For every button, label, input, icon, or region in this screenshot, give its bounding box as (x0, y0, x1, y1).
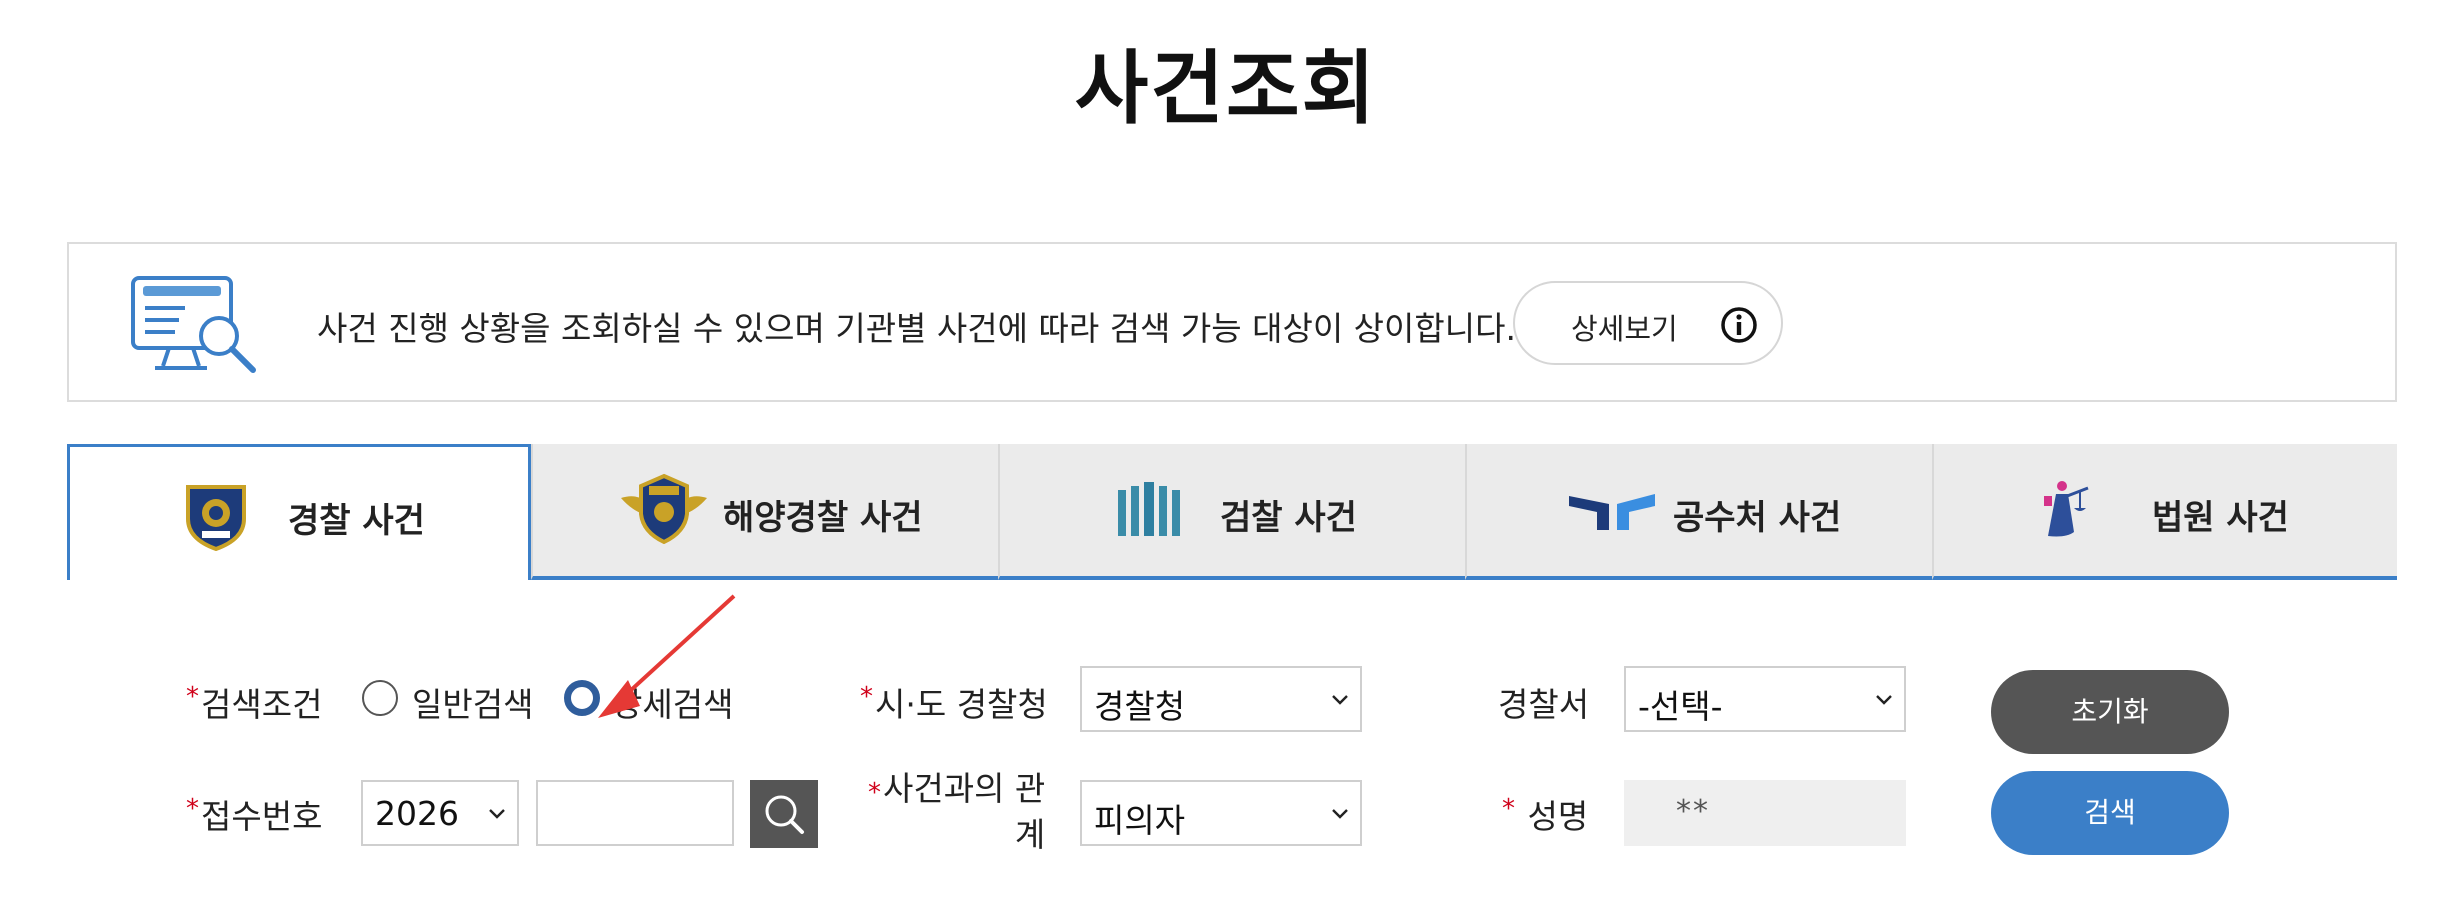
info-circle-icon (1721, 307, 1757, 343)
sido-police-label: *시·도 경찰청 (860, 682, 1048, 724)
general-search-label[interactable]: 일반검색 (412, 678, 533, 726)
tab-cio[interactable]: 공수처 사건 (1465, 444, 1932, 580)
name-label: * 성명 (1502, 794, 1589, 836)
page-title: 사건조회 (1074, 42, 1378, 135)
name-field[interactable]: ** (1624, 780, 1906, 846)
required-mark: * (860, 682, 873, 712)
tab-court[interactable]: 법원 사건 (1932, 444, 2397, 580)
search-condition-label: *검색조건 (186, 682, 323, 724)
required-mark: * (186, 794, 199, 824)
name-value: ** (1676, 794, 1710, 829)
police-station-label: 경찰서 (1498, 685, 1590, 724)
coast-guard-emblem-icon (621, 473, 707, 544)
police-station-value: -선택- (1638, 687, 1723, 726)
sido-police-select[interactable]: 경찰청 (1080, 666, 1362, 732)
detail-view-button[interactable]: 상세보기 (1513, 281, 1783, 365)
search-square-button[interactable] (750, 780, 818, 848)
tab-label: 법원 사건 (2152, 498, 2289, 538)
relation-value: 피의자 (1094, 801, 1186, 840)
sido-police-value: 경찰청 (1094, 687, 1186, 726)
tab-label: 공수처 사건 (1673, 498, 1842, 538)
info-banner: 사건 진행 상황을 조회하실 수 있으며 기관별 사건에 따라 검색 가능 대상… (67, 242, 2397, 402)
police-station-select[interactable]: -선택- (1624, 666, 1906, 732)
tab-prosecution[interactable]: 검찰 사건 (998, 444, 1465, 580)
tab-police[interactable]: 경찰 사건 (67, 444, 531, 580)
required-mark: * (868, 778, 881, 808)
radio-detail-search[interactable] (564, 680, 600, 716)
tab-label: 검찰 사건 (1220, 498, 1357, 538)
tab-coast-guard[interactable]: 해양경찰 사건 (531, 444, 998, 580)
radio-general-search[interactable] (362, 680, 398, 716)
info-text: 사건 진행 상황을 조회하실 수 있으며 기관별 사건에 따라 검색 가능 대상… (317, 309, 1516, 348)
chevron-down-icon (1876, 695, 1892, 705)
court-justice-icon (2044, 481, 2089, 537)
required-mark: * (1502, 794, 1515, 824)
agency-tabs: 경찰 사건 해양경찰 사건 검찰 사건 공수처 사건 법원 사건 (67, 444, 2397, 580)
search-icon (765, 795, 804, 834)
tab-label: 경찰 사건 (288, 501, 425, 541)
relation-label: *사건과의 관 계 (868, 769, 1046, 854)
monitor-search-icon (131, 276, 256, 373)
tab-label: 해양경찰 사건 (723, 498, 923, 538)
chevron-down-icon (1332, 695, 1348, 705)
cio-logo-icon (1569, 494, 1655, 530)
reset-button[interactable]: 초기화 (1991, 670, 2229, 754)
detail-view-label: 상세보기 (1571, 312, 1678, 346)
year-value: 2026 (375, 794, 459, 833)
year-select[interactable]: 2026 (361, 780, 519, 846)
receipt-no-label: *접수번호 (186, 794, 323, 836)
police-emblem-icon (186, 485, 246, 551)
prosecution-logo-icon (1118, 482, 1180, 536)
search-button[interactable]: 검색 (1991, 771, 2229, 855)
required-mark: * (186, 682, 199, 712)
detail-search-label[interactable]: 상세검색 (612, 678, 733, 726)
receipt-number-input[interactable] (536, 780, 734, 846)
chevron-down-icon (489, 809, 505, 819)
chevron-down-icon (1332, 809, 1348, 819)
relation-select[interactable]: 피의자 (1080, 780, 1362, 846)
